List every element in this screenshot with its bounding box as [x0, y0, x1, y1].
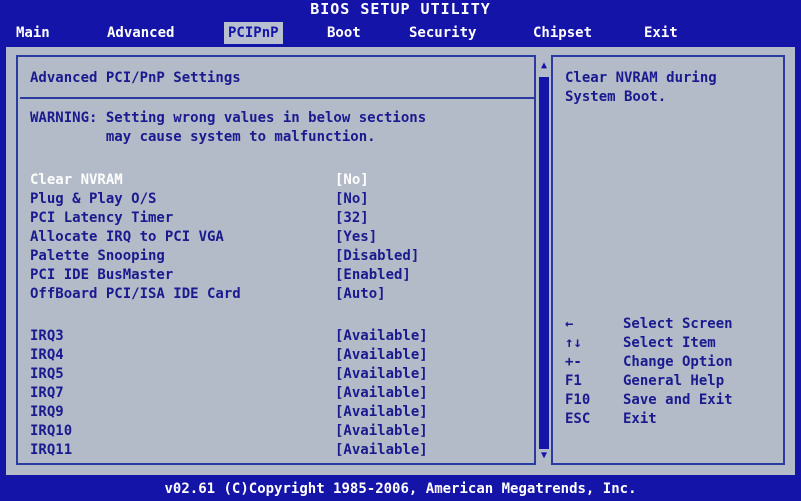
- setting-irq11[interactable]: IRQ11 [Available]: [30, 441, 450, 460]
- left-arrow-icon: ←: [565, 316, 574, 332]
- setting-pci-ide-busmaster[interactable]: PCI IDE BusMaster [Enabled]: [30, 266, 450, 285]
- help-pane: Clear NVRAM during System Boot. ← Select …: [553, 55, 785, 465]
- tab-pcipnp[interactable]: PCIPnP: [224, 22, 283, 44]
- setting-label: IRQ3: [30, 328, 64, 344]
- setting-irq9[interactable]: IRQ9 [Available]: [30, 403, 450, 422]
- tab-main[interactable]: Main: [12, 22, 54, 44]
- settings-panel: Advanced PCI/PnP Settings WARNING: Setti…: [6, 47, 795, 475]
- setting-allocate-irq-vga[interactable]: Allocate IRQ to PCI VGA [Yes]: [30, 228, 450, 247]
- setting-clear-nvram[interactable]: Clear NVRAM [No]: [30, 171, 450, 190]
- scroll-down-icon[interactable]: ▼: [538, 449, 550, 463]
- key-action: General Help: [623, 373, 725, 389]
- help-line-1: Clear NVRAM during: [565, 70, 717, 86]
- setting-irq10[interactable]: IRQ10 [Available]: [30, 422, 450, 441]
- key-hint-general-help: F1 General Help: [565, 372, 775, 391]
- setting-value[interactable]: [Yes]: [335, 228, 377, 247]
- help-line-2: System Boot.: [565, 89, 667, 105]
- key-name: F10: [565, 392, 591, 408]
- setting-label: Clear NVRAM: [30, 172, 123, 188]
- setting-palette-snooping[interactable]: Palette Snooping [Disabled]: [30, 247, 450, 266]
- tab-chipset[interactable]: Chipset: [529, 22, 596, 44]
- tab-boot[interactable]: Boot: [323, 22, 365, 44]
- setting-pci-latency-timer[interactable]: PCI Latency Timer [32]: [30, 209, 450, 228]
- copyright-footer: v02.61 (C)Copyright 1985-2006, American …: [164, 481, 637, 497]
- warning-text: WARNING: Setting wrong values in below s…: [30, 109, 426, 147]
- setting-value[interactable]: [Available]: [335, 346, 428, 365]
- key-name: ESC: [565, 411, 591, 427]
- setting-label: Palette Snooping: [30, 248, 165, 264]
- key-hint-select-screen: ← Select Screen: [565, 315, 775, 334]
- tab-exit[interactable]: Exit: [640, 22, 682, 44]
- setting-label: PCI IDE BusMaster: [30, 267, 174, 283]
- settings-list-pane: Advanced PCI/PnP Settings WARNING: Setti…: [16, 55, 536, 465]
- setting-label: IRQ7: [30, 385, 64, 401]
- divider: [20, 97, 534, 99]
- setting-value[interactable]: [32]: [335, 209, 369, 228]
- setting-value[interactable]: [No]: [335, 190, 369, 209]
- key-action: Save and Exit: [623, 392, 733, 408]
- setting-irq3[interactable]: IRQ3 [Available]: [30, 327, 450, 346]
- key-hint-exit: ESC Exit: [565, 410, 775, 429]
- scroll-thumb[interactable]: [539, 77, 549, 449]
- setting-value[interactable]: [Available]: [335, 403, 428, 422]
- setting-label: IRQ11: [30, 442, 73, 458]
- key-name: F1: [565, 373, 582, 389]
- setting-label: Allocate IRQ to PCI VGA: [30, 229, 224, 245]
- setting-value[interactable]: [Available]: [335, 441, 428, 460]
- setting-value[interactable]: [Available]: [335, 327, 428, 346]
- key-action: Select Item: [623, 335, 716, 351]
- up-down-arrows-icon: ↑↓: [565, 335, 582, 351]
- tab-security[interactable]: Security: [405, 22, 480, 44]
- warning-line-1: WARNING: Setting wrong values in below s…: [30, 110, 427, 126]
- plus-minus-icon: +-: [565, 354, 582, 370]
- setting-value[interactable]: [Available]: [335, 365, 428, 384]
- key-action: Change Option: [623, 354, 733, 370]
- setting-value[interactable]: [Enabled]: [335, 266, 411, 285]
- tab-advanced[interactable]: Advanced: [103, 22, 178, 44]
- key-hint-select-item: ↑↓ Select Item: [565, 334, 775, 353]
- key-action: Exit: [623, 411, 657, 427]
- setting-plug-and-play[interactable]: Plug & Play O/S [No]: [30, 190, 450, 209]
- setting-offboard-ide-card[interactable]: OffBoard PCI/ISA IDE Card [Auto]: [30, 285, 450, 304]
- menu-bar: Main Advanced PCIPnP Boot Security Chips…: [0, 18, 801, 46]
- setting-label: PCI Latency Timer: [30, 210, 174, 226]
- warning-line-2: may cause system to malfunction.: [30, 129, 376, 145]
- setting-value[interactable]: [Available]: [335, 422, 428, 441]
- scroll-up-icon[interactable]: ▲: [538, 59, 550, 73]
- scrollbar[interactable]: ▲ ▼: [538, 57, 550, 463]
- setting-value[interactable]: [No]: [335, 171, 369, 190]
- setting-label: IRQ4: [30, 347, 64, 363]
- setting-irq4[interactable]: IRQ4 [Available]: [30, 346, 450, 365]
- setting-label: Plug & Play O/S: [30, 191, 157, 207]
- key-hint-save-exit: F10 Save and Exit: [565, 391, 775, 410]
- setting-value[interactable]: [Auto]: [335, 285, 386, 304]
- setting-label: IRQ10: [30, 423, 73, 439]
- setting-irq7[interactable]: IRQ7 [Available]: [30, 384, 450, 403]
- setting-label: IRQ9: [30, 404, 64, 420]
- help-text: Clear NVRAM during System Boot.: [565, 69, 775, 107]
- key-hint-change-option: +- Change Option: [565, 353, 775, 372]
- setting-label: IRQ5: [30, 366, 64, 382]
- setting-label: OffBoard PCI/ISA IDE Card: [30, 286, 241, 302]
- setting-value[interactable]: [Available]: [335, 384, 428, 403]
- setting-value[interactable]: [Disabled]: [335, 247, 419, 266]
- bios-title: BIOS SETUP UTILITY: [310, 0, 491, 18]
- key-action: Select Screen: [623, 316, 733, 332]
- section-title: Advanced PCI/PnP Settings: [30, 70, 241, 86]
- setting-irq5[interactable]: IRQ5 [Available]: [30, 365, 450, 384]
